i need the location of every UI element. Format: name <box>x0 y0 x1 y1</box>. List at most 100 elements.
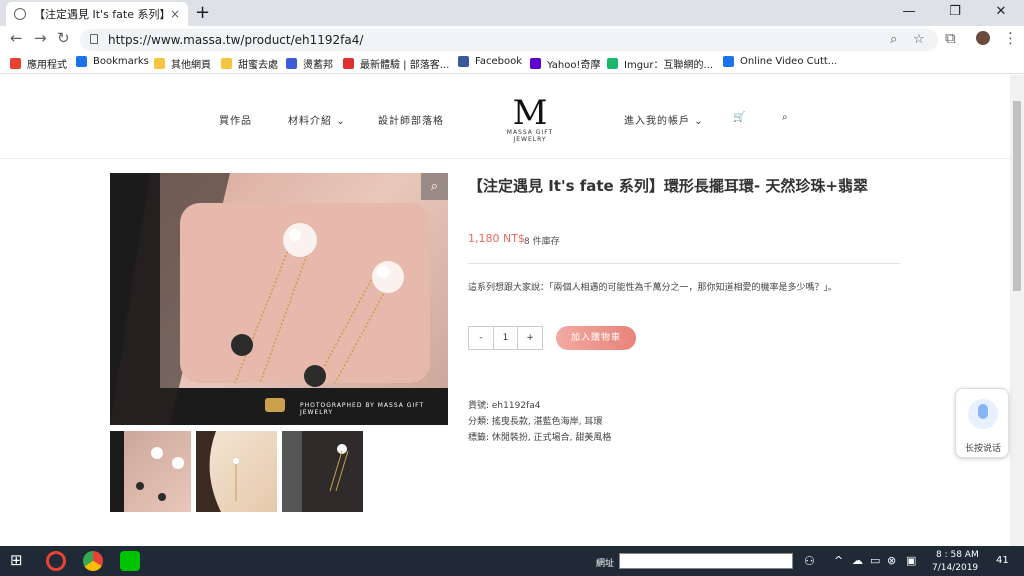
chrome-icon[interactable] <box>83 551 103 571</box>
chat-icon <box>286 58 297 69</box>
url-text[interactable]: https://www.massa.tw/product/eh1192fa4/ <box>108 33 363 47</box>
lock-icon <box>90 34 98 44</box>
stock-count: 8 件庫存 <box>524 237 560 247</box>
voice-label: 长按说话 <box>964 444 1001 454</box>
tab-bar: 【注定遇見 It's fate 系列】環形長 × + — ❐ ✕ <box>0 0 1024 26</box>
quantity-stepper: - 1 + <box>468 326 543 350</box>
qty-input[interactable]: 1 <box>492 327 519 349</box>
thumb-model-image <box>196 431 239 512</box>
site-logo[interactable]: M MASSA GIFT JEWELRY <box>498 93 562 143</box>
chevron-down-icon: ⌄ <box>336 116 346 127</box>
yahoo-icon <box>530 58 541 69</box>
bookmark-tangxubang[interactable]: 燙蓄邦 <box>286 56 333 71</box>
star-icon <box>76 56 87 67</box>
tray-chevron-icon[interactable]: ^ <box>834 554 843 567</box>
voice-input-widget[interactable]: 长按说话 <box>955 388 1009 458</box>
clock-date[interactable]: 7/14/2019 <box>932 563 978 573</box>
bookmark-facebook[interactable]: Facebook <box>458 56 522 67</box>
extension-icon[interactable]: ⧉ <box>945 29 956 47</box>
magnifier-icon: ⌕ <box>430 179 439 194</box>
search-icon[interactable]: ⌕ <box>890 32 897 47</box>
cloud-icon[interactable]: ☁ <box>852 554 863 567</box>
globe-icon <box>14 8 26 20</box>
thumbnail-3[interactable] <box>282 431 363 512</box>
apps-grid-icon <box>10 58 21 69</box>
bookmark-apps[interactable]: 應用程式 <box>10 56 67 71</box>
taskbar-address-input[interactable] <box>619 553 793 569</box>
menu-icon[interactable]: ⋮ <box>1003 29 1018 47</box>
thumb-earring-dark-image <box>282 431 349 512</box>
qty-minus-button[interactable]: - <box>469 327 493 349</box>
folder-icon <box>221 58 232 69</box>
maximize-button[interactable]: ❐ <box>932 0 978 26</box>
nav-materials[interactable]: 材料介紹 ⌄ <box>288 112 346 127</box>
tab-title: 【注定遇見 It's fate 系列】環形長 <box>34 8 164 21</box>
product-tags[interactable]: 標籤: 休閒裝扮, 正式場合, 甜美風格 <box>468 430 611 443</box>
bookmarks-bar: 應用程式 Bookmarks 其他網頁 甜蜜去處 燙蓄邦 最新體驗 | 部落客.… <box>0 52 1024 74</box>
cart-icon[interactable]: 🛒 <box>733 112 746 123</box>
divider <box>468 263 900 264</box>
heart-icon <box>343 58 354 69</box>
bookmark-folder-other[interactable]: 其他網頁 <box>154 56 211 71</box>
add-to-cart-button[interactable]: 加入購物車 <box>556 326 636 350</box>
qty-plus-button[interactable]: + <box>518 327 542 349</box>
taskbar: ⊞ 網址 ⚇ ^ ☁ ▭ ⊗ ▣ 8 : 58 AM 7/14/2019 41 <box>0 546 1024 576</box>
bookmark-blogger[interactable]: 最新體驗 | 部落客... <box>343 56 449 71</box>
bookmark-imgur[interactable]: Imgur：互聯網的... <box>607 56 713 71</box>
close-window-button[interactable]: ✕ <box>978 0 1024 26</box>
facebook-icon <box>458 56 469 67</box>
product-categories[interactable]: 分類: 搖曳長款, 湛藍色海岸, 耳環 <box>468 414 602 427</box>
app-icon[interactable] <box>46 551 66 571</box>
logo-mark: M <box>512 93 548 133</box>
video-icon <box>723 56 734 67</box>
address-bar[interactable]: https://www.massa.tw/product/eh1192fa4/ … <box>80 29 938 51</box>
page-scrollbar[interactable] <box>1010 75 1024 546</box>
line-app-icon[interactable] <box>120 551 140 571</box>
microphone-icon <box>968 399 998 429</box>
bookmark-yahoo[interactable]: Yahoo!奇摩 <box>530 56 600 71</box>
minimize-button[interactable]: — <box>886 0 932 26</box>
site-nav: 買作品 材料介紹 ⌄ 設計師部落格 M MASSA GIFT JEWELRY 進… <box>0 75 1010 159</box>
product-description: 這系列想跟大家說：「兩個人相遇的可能性為千萬分之一，那你知道相愛的機率是多少嗎？… <box>468 283 838 293</box>
bookmark-star-icon[interactable]: ☆ <box>913 32 925 47</box>
notification-count[interactable]: 41 <box>996 555 1009 566</box>
bookmark-video-cutter[interactable]: Online Video Cutt... <box>723 56 837 67</box>
nav-account[interactable]: 進入我的帳戶 ⌄ <box>624 112 704 127</box>
product-price: 1,180 NT$ <box>468 232 525 245</box>
windows-start-icon[interactable]: ⊞ <box>10 551 30 571</box>
product-title: 【注定遇見 It's fate 系列】環形長擺耳環- 天然珍珠+翡翠 <box>468 177 868 195</box>
clock-time[interactable]: 8 : 58 AM <box>936 550 979 560</box>
warning-icon[interactable]: ⊗ <box>887 554 896 567</box>
thumbnail-1[interactable] <box>110 431 191 512</box>
thumb-earring-image <box>110 431 184 512</box>
people-icon[interactable]: ⚇ <box>804 554 815 568</box>
reload-icon[interactable]: ↻ <box>57 29 70 47</box>
folder-icon <box>154 58 165 69</box>
bookmark-folder-sweet[interactable]: 甜蜜去處 <box>221 56 278 71</box>
web-page: 買作品 材料介紹 ⌄ 設計師部落格 M MASSA GIFT JEWELRY 進… <box>0 75 1010 546</box>
bookmark-bookmarks[interactable]: Bookmarks <box>76 56 149 67</box>
chevron-down-icon: ⌄ <box>694 116 704 127</box>
thumbnail-2[interactable] <box>196 431 277 512</box>
browser-toolbar: ← → ↻ https://www.massa.tw/product/eh119… <box>0 26 1024 52</box>
product-main-image[interactable]: PHOTOGRAPHED BY MASSA GIFT JEWELRY <box>110 173 448 425</box>
address-toolbar-label: 網址 <box>596 559 615 569</box>
tray-app-icon[interactable]: ▣ <box>906 554 916 567</box>
nav-shop[interactable]: 買作品 <box>219 112 252 127</box>
nav-blog[interactable]: 設計師部落格 <box>378 112 444 127</box>
scrollbar-thumb[interactable] <box>1013 101 1021 291</box>
photo-watermark: PHOTOGRAPHED BY MASSA GIFT JEWELRY <box>300 402 425 416</box>
new-tab-button[interactable]: + <box>195 2 210 23</box>
logo-subtitle: MASSA GIFT JEWELRY <box>506 129 554 143</box>
imgur-icon <box>607 58 618 69</box>
back-icon[interactable]: ← <box>10 29 23 47</box>
network-icon[interactable]: ▭ <box>870 554 880 567</box>
product-sku: 貨號: eh1192fa4 <box>468 401 541 411</box>
close-tab-icon[interactable]: × <box>170 7 180 21</box>
earring-photo <box>110 173 448 425</box>
browser-tab[interactable]: 【注定遇見 It's fate 系列】環形長 × <box>6 2 188 26</box>
search-icon[interactable]: ⌕ <box>782 112 789 123</box>
forward-icon[interactable]: → <box>34 29 47 47</box>
profile-avatar[interactable] <box>976 31 990 45</box>
zoom-button[interactable]: ⌕ <box>421 173 448 200</box>
